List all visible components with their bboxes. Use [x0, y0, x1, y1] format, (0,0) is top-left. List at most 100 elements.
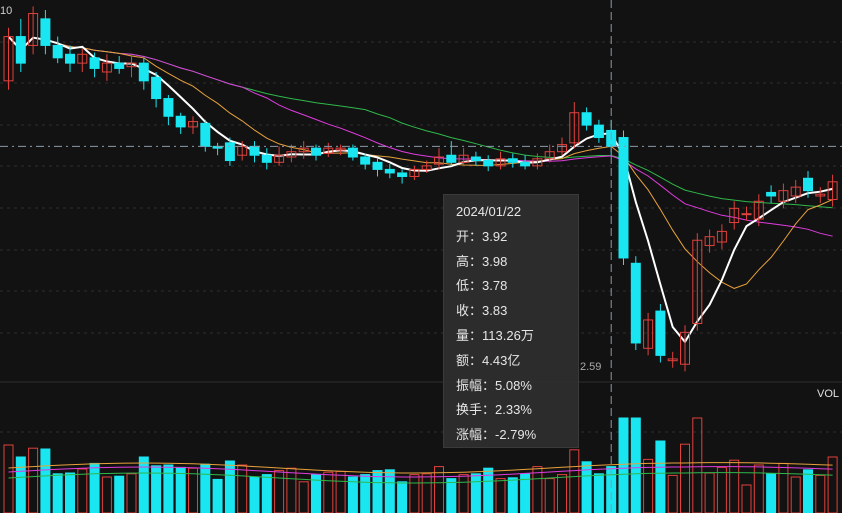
- volume-bar: [470, 473, 481, 513]
- volume-bar: [704, 472, 715, 513]
- tooltip-value: 3.98: [482, 253, 508, 269]
- candle-body: [618, 137, 629, 259]
- volume-bar: [261, 474, 272, 513]
- volume-bar: [335, 470, 346, 513]
- price-max-label: 10: [0, 5, 13, 17]
- volume-ma-line: [8, 466, 833, 478]
- tooltip-label: 额：: [456, 352, 483, 368]
- candle-body: [803, 177, 813, 192]
- volume-bar: [163, 464, 174, 513]
- tooltip-date: 2024/01/22: [456, 204, 522, 219]
- volume-bar: [446, 478, 457, 513]
- volume-bar: [286, 467, 297, 513]
- candle-body: [261, 154, 272, 163]
- volume-bar: [421, 473, 432, 513]
- candle-body: [52, 44, 63, 59]
- ma5-line: [7, 35, 833, 344]
- volume-bar: [618, 417, 629, 513]
- volume-bar: [766, 473, 777, 513]
- candle-body: [446, 154, 457, 163]
- volume-bar: [409, 474, 420, 513]
- candle-body: [15, 36, 26, 64]
- volume-bar: [212, 478, 223, 513]
- volume-bar: [397, 481, 408, 513]
- volume-bar: [655, 440, 666, 513]
- tooltip-label: 涨幅：: [456, 427, 496, 443]
- tooltip-value: 113.26万: [482, 327, 534, 343]
- candle-body: [470, 156, 481, 162]
- candle-body: [507, 158, 518, 163]
- candle-body: [384, 168, 395, 174]
- candle-body: [163, 98, 174, 117]
- tooltip-label: 收：: [456, 303, 483, 319]
- tooltip-row: 额：4.43亿: [456, 353, 578, 378]
- tooltip-label: 高：: [456, 253, 483, 269]
- tooltip-row: 低：3.78: [456, 278, 578, 303]
- volume-bar: [360, 474, 371, 513]
- volume-bar: [753, 464, 764, 513]
- candle-body: [520, 161, 531, 167]
- tooltip-label: 振幅：: [456, 377, 496, 393]
- candle-body: [175, 115, 186, 128]
- volume-bar: [15, 456, 26, 513]
- candle-body: [114, 62, 125, 69]
- volume-bar: [790, 476, 801, 513]
- volume-bar: [680, 443, 690, 513]
- volume-bar: [593, 473, 604, 513]
- volume-bar: [630, 417, 641, 513]
- volume-bar: [138, 456, 149, 513]
- candle-body: [311, 147, 321, 156]
- volume-bar: [544, 478, 555, 513]
- tooltip-row: 开：3.92: [456, 229, 578, 254]
- tooltip-row: 换手：2.33%: [456, 402, 578, 427]
- candlesticks: [3, 6, 838, 372]
- candle-body: [581, 112, 592, 126]
- volume-label: VOL: [816, 388, 839, 400]
- tooltip-value: 4.43亿: [482, 352, 521, 368]
- volume-bar: [3, 444, 14, 513]
- volume-bar: [667, 474, 678, 513]
- volume-bar: [28, 447, 39, 513]
- volume-ma-lines: [8, 462, 833, 484]
- volume-bar: [729, 459, 740, 513]
- tooltip-value: -2.79%: [495, 427, 537, 443]
- grid-lines: [0, 41, 842, 433]
- tooltip-label: 换手：: [456, 402, 496, 418]
- tooltip-row: 涨幅：-2.79%: [456, 427, 578, 452]
- candle-body: [89, 57, 100, 69]
- volume-bar: [274, 470, 285, 513]
- volume-bar: [126, 473, 137, 513]
- volume-bar: [815, 474, 826, 513]
- tooltip-row: 振幅：5.08%: [456, 378, 578, 403]
- tooltip-row: 收：3.83: [456, 303, 578, 328]
- candle-body: [483, 160, 494, 167]
- tooltip-label: 低：: [456, 278, 483, 294]
- volume-ma-line: [8, 462, 833, 474]
- kline-chart[interactable]: [0, 0, 842, 513]
- volume-bar: [495, 478, 506, 513]
- volume-bar: [298, 481, 309, 513]
- volume-bar: [77, 468, 88, 513]
- tooltip-value: 3.92: [482, 228, 508, 244]
- volume-bar: [188, 467, 198, 513]
- volume-bar: [716, 466, 727, 513]
- volume-bar: [249, 476, 260, 513]
- candle-tooltip: 2024/01/22 开：3.92 高：3.98 低：3.78 收：3.83 量…: [443, 194, 579, 448]
- candle-body: [224, 142, 235, 162]
- volume-bar: [200, 463, 211, 513]
- volume-bar: [175, 466, 186, 513]
- candle-body: [593, 124, 604, 139]
- volume-bar: [557, 474, 567, 513]
- tooltip-label: 开：: [456, 228, 483, 244]
- candle-body: [151, 76, 162, 100]
- tooltip-value: 3.78: [482, 278, 508, 294]
- tooltip-value: 2.33%: [495, 402, 532, 418]
- volume-bar: [114, 475, 125, 513]
- candle-body: [630, 262, 641, 344]
- tooltip-label: 量：: [456, 327, 483, 343]
- candle-body: [372, 161, 383, 170]
- crosshair: [0, 0, 842, 513]
- candle-body: [40, 18, 51, 46]
- volume-bar: [52, 473, 63, 513]
- volume-bar: [65, 472, 75, 513]
